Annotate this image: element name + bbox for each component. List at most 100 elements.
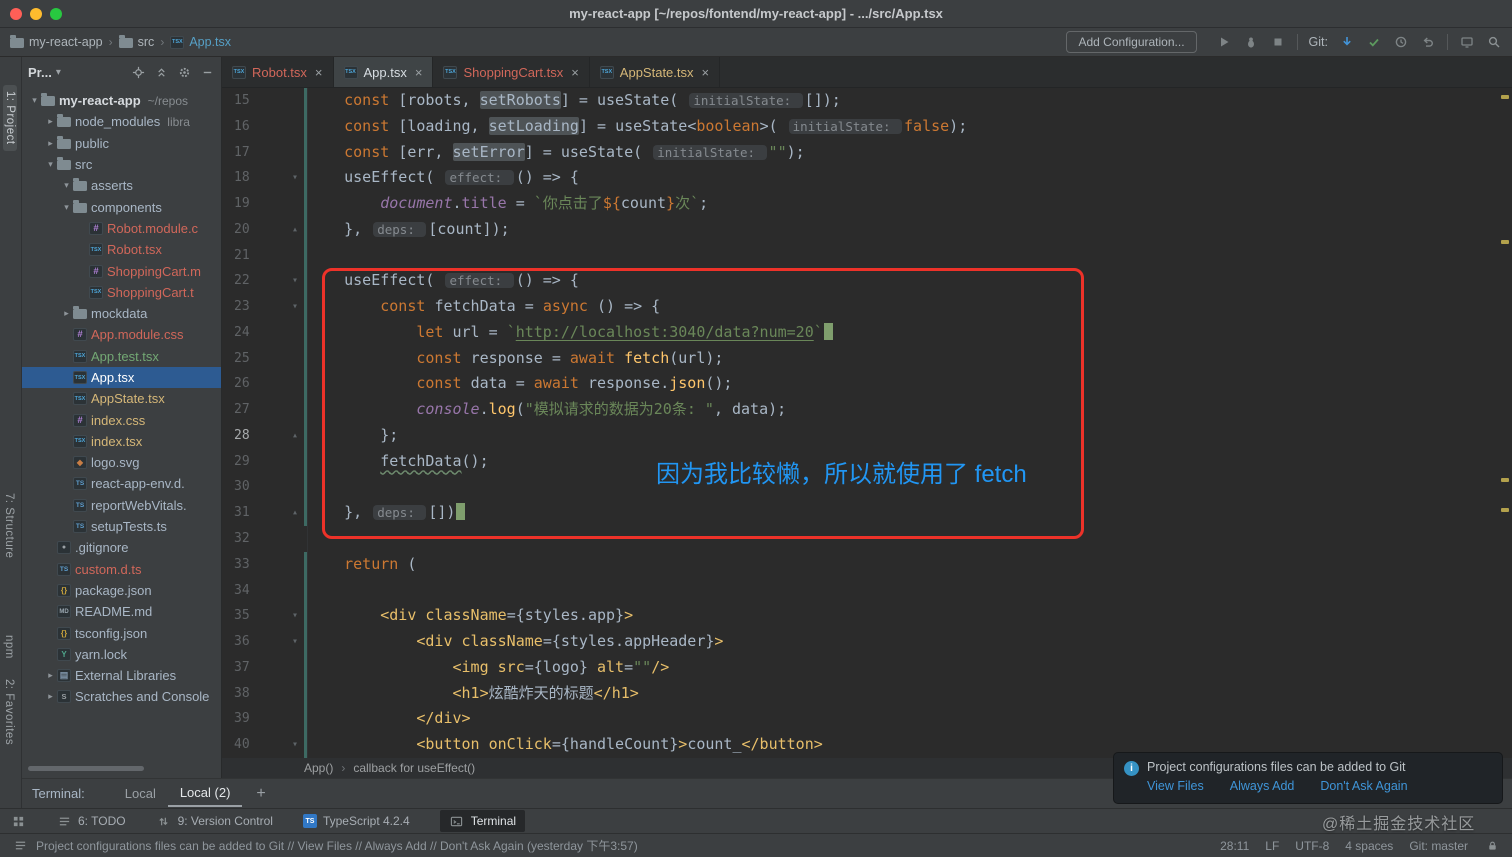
minus-icon[interactable] [199, 64, 215, 80]
tree-item-robot-module-c[interactable]: # Robot.module.c [22, 218, 221, 239]
code-line[interactable]: 33 return ( [222, 552, 1512, 578]
event-log-icon[interactable] [12, 838, 28, 854]
code-line[interactable]: 24 let url = `http://localhost:3040/data… [222, 320, 1512, 346]
tool-button-npm[interactable]: npm [3, 635, 15, 659]
tool-button-project[interactable]: 1: Project [3, 85, 17, 151]
project-tree-scrollbar[interactable] [28, 766, 144, 771]
tree-item-index-tsx[interactable]: TSX index.tsx [22, 431, 221, 452]
code-line[interactable]: 20 ▴ }, deps: [count]); [222, 217, 1512, 243]
code-line[interactable]: 19 document.title = `你点击了${count}次`; [222, 191, 1512, 217]
fold-marker-icon[interactable]: ▾ [268, 165, 308, 191]
tree-item-asserts[interactable]: ▾ asserts [22, 175, 221, 196]
tree-item-components[interactable]: ▾ components [22, 196, 221, 217]
tree-item-app-module-css[interactable]: # App.module.css [22, 324, 221, 345]
status-widget-git-master[interactable]: Git: master [1409, 839, 1468, 853]
tree-item-react-app-env-d-[interactable]: TS react-app-env.d. [22, 473, 221, 494]
tree-item-readme-md[interactable]: MD README.md [22, 601, 221, 622]
tool-windows-grid-icon[interactable] [10, 813, 26, 829]
run-icon[interactable] [1216, 34, 1232, 50]
close-window-button[interactable] [10, 8, 22, 20]
code-line[interactable]: 35 ▾ <div className={styles.app}> [222, 603, 1512, 629]
tree-item--gitignore[interactable]: ● .gitignore [22, 537, 221, 558]
fold-marker-icon[interactable]: ▾ [268, 268, 308, 294]
close-tab-icon[interactable]: × [571, 65, 579, 80]
collapse-icon[interactable] [153, 64, 169, 80]
lock-icon[interactable] [1484, 838, 1500, 854]
tool-button-structure[interactable]: 7: Structure [3, 493, 15, 558]
breadcrumb-item-my-react-app[interactable]: my-react-app [10, 34, 103, 49]
stop-icon[interactable] [1270, 34, 1286, 50]
code-line[interactable]: 26 const data = await response.json(); [222, 371, 1512, 397]
code-line[interactable]: 37 <img src={logo} alt=""/> [222, 655, 1512, 681]
tree-item-app-test-tsx[interactable]: TSX App.test.tsx [22, 346, 221, 367]
code-line[interactable]: 22 ▾ useEffect( effect: () => { [222, 268, 1512, 294]
tree-item-scratches-and-console[interactable]: ▸ S Scratches and Console [22, 686, 221, 707]
breadcrumb-item[interactable]: App() [304, 761, 333, 775]
update-icon[interactable] [1339, 34, 1355, 50]
status-widget-lf[interactable]: LF [1265, 839, 1279, 853]
code-line[interactable]: 38 <h1>炫酷炸天的标题</h1> [222, 681, 1512, 707]
fold-marker-icon[interactable]: ▾ [268, 294, 308, 320]
tree-item-logo-svg[interactable]: ◆ logo.svg [22, 452, 221, 473]
code-line[interactable]: 23 ▾ const fetchData = async () => { [222, 294, 1512, 320]
add-configuration-button[interactable]: Add Configuration... [1066, 31, 1197, 53]
tree-item-external-libraries[interactable]: ▸ ▤ External Libraries [22, 665, 221, 686]
fold-marker-icon[interactable]: ▴ [268, 217, 308, 243]
fold-marker-icon[interactable]: ▴ [268, 423, 308, 449]
code-line[interactable]: 39 </div> [222, 706, 1512, 732]
breadcrumb-item-src[interactable]: src [118, 34, 154, 49]
code-line[interactable]: 16 const [loading, setLoading] = useStat… [222, 114, 1512, 140]
tree-item-package-json[interactable]: {} package.json [22, 580, 221, 601]
close-tab-icon[interactable]: × [702, 65, 710, 80]
code-area[interactable]: 15 const [robots, setRobots] = useState(… [222, 88, 1512, 758]
close-tab-icon[interactable]: × [315, 65, 323, 80]
tree-item-appstate-tsx[interactable]: TSX AppState.tsx [22, 388, 221, 409]
fold-marker-icon[interactable]: ▾ [268, 629, 308, 655]
tree-item-my-react-app[interactable]: ▾ my-react-app ~/repos [22, 90, 221, 111]
code-line[interactable]: 25 const response = await fetch(url); [222, 346, 1512, 372]
status-widget-4-spaces[interactable]: 4 spaces [1345, 839, 1393, 853]
editor-tab-app-tsx[interactable]: TSX App.tsx × [333, 57, 434, 87]
tree-item-shoppingcart-m[interactable]: # ShoppingCart.m [22, 260, 221, 281]
gear-icon[interactable] [176, 64, 192, 80]
fold-marker-icon[interactable]: ▴ [268, 500, 308, 526]
code-line[interactable]: 15 const [robots, setRobots] = useState(… [222, 88, 1512, 114]
tree-item-mockdata[interactable]: ▸ mockdata [22, 303, 221, 324]
code-line[interactable]: 17 const [err, setError] = useState( ini… [222, 140, 1512, 166]
scrollbar-warning-mark[interactable] [1501, 95, 1509, 99]
code-line[interactable]: 28 ▴ }; [222, 423, 1512, 449]
terminal-tab-local[interactable]: Local [113, 781, 168, 806]
tree-item-node-modules[interactable]: ▸ node_modules libra [22, 111, 221, 132]
notification-link-don-t-ask-again[interactable]: Don't Ask Again [1320, 779, 1407, 793]
code-line[interactable]: 27 console.log("模拟请求的数据为20条: ", data); [222, 397, 1512, 423]
code-line[interactable]: 32 [222, 526, 1512, 552]
tree-item-shoppingcart-t[interactable]: TSX ShoppingCart.t [22, 282, 221, 303]
fold-marker-icon[interactable]: ▾ [268, 732, 308, 758]
commit-icon[interactable] [1366, 34, 1382, 50]
scrollbar-warning-mark[interactable] [1501, 240, 1509, 244]
scrollbar-warning-mark[interactable] [1501, 508, 1509, 512]
tree-item-reportwebvitals-[interactable]: TS reportWebVitals. [22, 495, 221, 516]
status-widget-28-11[interactable]: 28:11 [1220, 839, 1249, 853]
editor-tab-shoppingcart-tsx[interactable]: TSX ShoppingCart.tsx × [433, 57, 590, 87]
tree-item-public[interactable]: ▸ public [22, 133, 221, 154]
tool-window-button-typescript-4-2-4[interactable]: TS TypeScript 4.2.4 [302, 814, 410, 828]
project-view-selector[interactable]: Pr... ▾ [28, 65, 61, 80]
code-line[interactable]: 18 ▾ useEffect( effect: () => { [222, 165, 1512, 191]
code-line[interactable]: 31 ▴ }, deps: []) [222, 500, 1512, 526]
tree-item-setuptests-ts[interactable]: TS setupTests.ts [22, 516, 221, 537]
breadcrumb-item-app-tsx[interactable]: TSX App.tsx [170, 35, 231, 49]
locate-icon[interactable] [130, 64, 146, 80]
tool-window-button-6-todo[interactable]: 6: TODO [56, 813, 126, 829]
revert-icon[interactable] [1420, 34, 1436, 50]
minimize-window-button[interactable] [30, 8, 42, 20]
tool-window-button-terminal[interactable]: Terminal [439, 810, 526, 832]
code-line[interactable]: 21 [222, 243, 1512, 269]
tree-item-src[interactable]: ▾ src [22, 154, 221, 175]
tree-item-tsconfig-json[interactable]: {} tsconfig.json [22, 622, 221, 643]
tree-item-index-css[interactable]: # index.css [22, 409, 221, 430]
editor-tab-robot-tsx[interactable]: TSX Robot.tsx × [222, 57, 334, 87]
tree-item-robot-tsx[interactable]: TSX Robot.tsx [22, 239, 221, 260]
breadcrumb-item[interactable]: callback for useEffect() [353, 761, 475, 775]
new-terminal-button[interactable]: + [256, 785, 265, 803]
